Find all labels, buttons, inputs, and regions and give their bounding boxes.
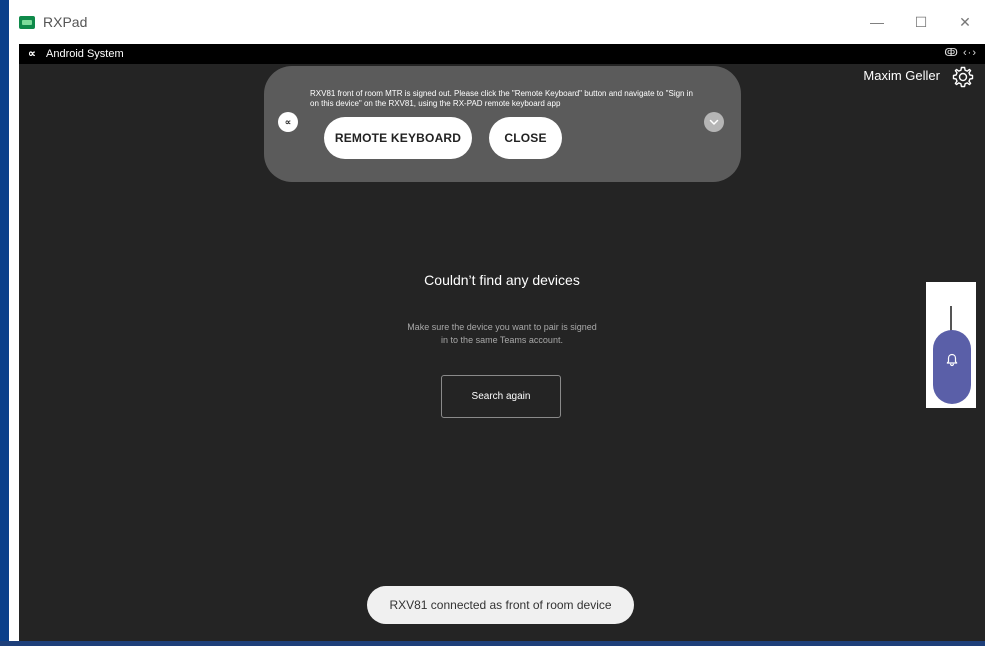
empty-state-description-line: in to the same Teams account. bbox=[441, 335, 563, 345]
minimize-button[interactable]: — bbox=[857, 8, 897, 36]
close-window-button[interactable]: ✕ bbox=[945, 8, 985, 36]
close-notification-button[interactable]: CLOSE bbox=[489, 117, 562, 159]
sign-in-notification: ∝ RXV81 front of room MTR is signed out.… bbox=[264, 66, 741, 182]
search-again-button[interactable]: Search again bbox=[441, 375, 561, 418]
android-status-bar: ∝ Android System ↂ ‹·› bbox=[19, 44, 985, 64]
status-bar-label: Android System bbox=[46, 48, 124, 60]
remote-keyboard-button[interactable]: REMOTE KEYBOARD bbox=[324, 117, 472, 159]
app-icon bbox=[19, 16, 35, 29]
empty-state-description: Make sure the device you want to pair is… bbox=[352, 321, 652, 347]
bell-icon bbox=[946, 353, 958, 367]
system-logo-icon: ∝ bbox=[278, 112, 298, 132]
connection-toast: RXV81 connected as front of room device bbox=[367, 586, 634, 624]
window-left-border bbox=[0, 0, 9, 646]
user-name: Maxim Geller bbox=[863, 68, 940, 83]
window-title: RXPad bbox=[43, 14, 88, 30]
empty-state-title: Couldn’t find any devices bbox=[424, 272, 580, 288]
side-notification-panel bbox=[926, 282, 976, 408]
maximize-button[interactable]: ☐ bbox=[901, 8, 941, 36]
empty-state-description-line: Make sure the device you want to pair is… bbox=[407, 322, 597, 332]
notification-message: RXV81 front of room MTR is signed out. P… bbox=[310, 89, 693, 108]
expand-notification-button[interactable] bbox=[704, 112, 724, 132]
window-bottom-border bbox=[0, 641, 985, 646]
system-logo-icon: ∝ bbox=[28, 48, 36, 60]
chevron-down-icon bbox=[709, 119, 719, 125]
device-screen: ∝ Android System ↂ ‹·› Maxim Geller ∝ RX… bbox=[19, 44, 985, 641]
status-bar-icons: ↂ ‹·› bbox=[944, 47, 977, 59]
notification-bell-button[interactable] bbox=[933, 330, 971, 404]
title-bar: RXPad — ☐ ✕ bbox=[9, 0, 985, 44]
gear-icon[interactable] bbox=[951, 65, 975, 89]
